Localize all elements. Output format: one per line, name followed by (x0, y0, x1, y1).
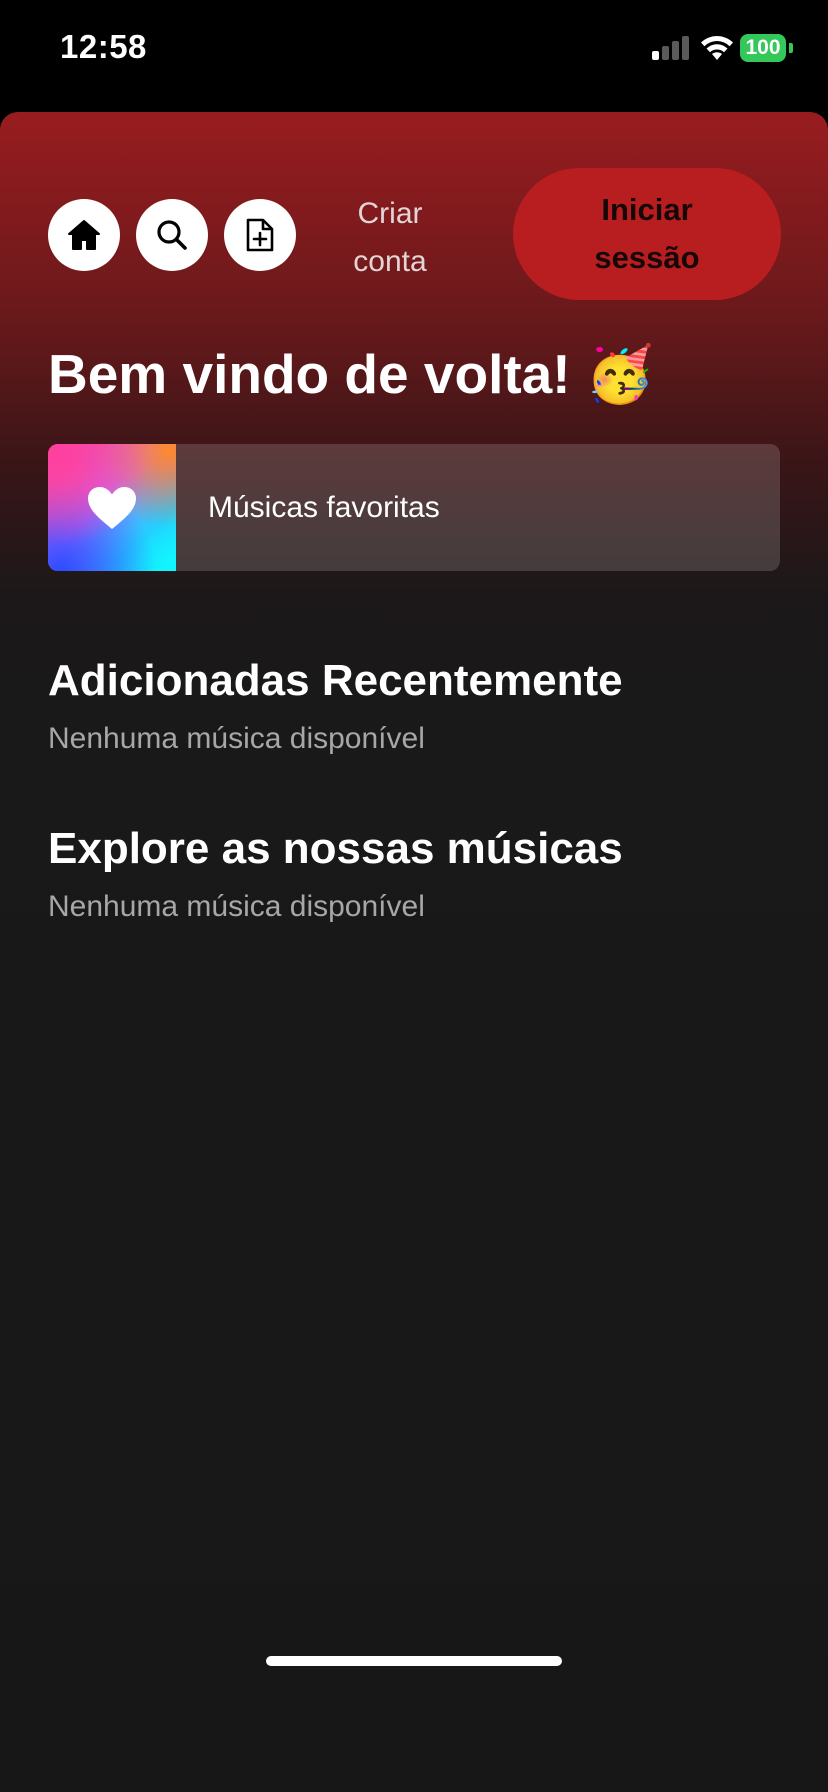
search-button[interactable] (136, 199, 208, 271)
home-indicator (266, 1656, 562, 1666)
app-screen: 12:58 100 Criar conta Iniciar sessão Bem… (0, 0, 828, 1792)
add-document-button[interactable] (224, 199, 296, 271)
status-bar: 12:58 100 (0, 0, 828, 112)
recently-added-title: Adicionadas Recentemente (48, 656, 623, 705)
favorites-card[interactable]: Músicas favoritas (48, 444, 780, 571)
main-sheet: Criar conta Iniciar sessão Bem vindo de … (0, 112, 828, 1792)
favorites-artwork (48, 444, 176, 571)
add-document-icon (246, 218, 274, 252)
login-button-label: Iniciar sessão (594, 192, 700, 275)
search-icon (157, 220, 187, 250)
battery-tip (789, 43, 793, 53)
battery-icon: 100 (740, 34, 793, 62)
battery-level: 100 (740, 34, 786, 62)
home-icon (68, 220, 100, 250)
heart-icon (88, 486, 136, 529)
explore-empty: Nenhuma música disponível (48, 890, 425, 923)
explore-title: Explore as nossas músicas (48, 824, 623, 873)
status-time: 12:58 (60, 28, 147, 65)
home-button[interactable] (48, 199, 120, 271)
login-button[interactable]: Iniciar sessão (513, 168, 781, 300)
welcome-title: Bem vindo de volta! 🥳 (48, 343, 655, 405)
create-account-link[interactable]: Criar conta (330, 190, 450, 286)
recently-added-empty: Nenhuma música disponível (48, 722, 425, 755)
signal-icon (652, 36, 689, 60)
wifi-icon (701, 36, 733, 60)
favorites-label: Músicas favoritas (208, 491, 440, 524)
